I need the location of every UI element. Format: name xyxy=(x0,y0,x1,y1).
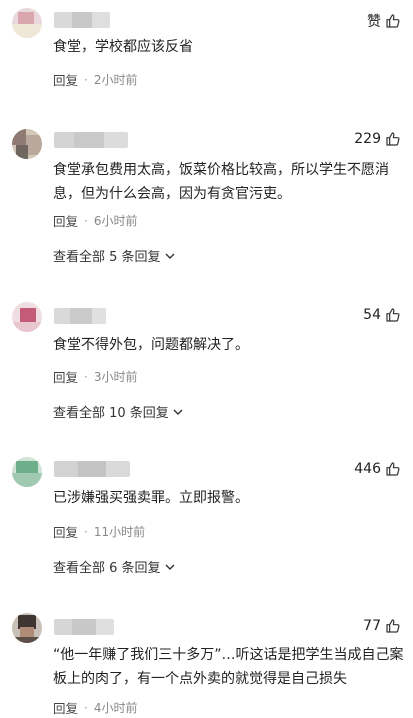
reply-button[interactable]: 回复 xyxy=(53,211,78,230)
avatar[interactable] xyxy=(12,302,42,332)
like-button[interactable]: 77 xyxy=(363,618,401,634)
view-all-replies-label: 查看全部 10 条回复 xyxy=(53,406,169,421)
timestamp: 3小时前 xyxy=(93,370,138,384)
reply-button[interactable]: 回复 xyxy=(53,522,78,541)
username-blurred[interactable] xyxy=(54,619,114,635)
avatar[interactable] xyxy=(12,457,42,487)
separator-dot: · xyxy=(84,72,88,87)
view-all-replies-label: 查看全部 5 条回复 xyxy=(53,250,161,265)
comment-meta: 回复 · 11小时前 xyxy=(53,522,145,541)
separator-dot: · xyxy=(84,213,88,228)
view-all-replies-label: 查看全部 6 条回复 xyxy=(53,561,161,576)
timestamp: 2小时前 xyxy=(93,73,138,87)
like-button[interactable]: 446 xyxy=(354,461,401,477)
chevron-down-icon xyxy=(165,253,175,259)
thumbs-up-icon xyxy=(386,462,400,476)
comment-text: “他一年赚了我们三十多万”…听这话是把学生当成自己案板上的肉了，有一个点外卖的就… xyxy=(53,647,404,687)
reply-button[interactable]: 回复 xyxy=(53,698,78,717)
avatar[interactable] xyxy=(12,8,42,38)
like-count: 54 xyxy=(363,307,381,323)
view-all-replies-button[interactable]: 查看全部 5 条回复 xyxy=(53,246,176,265)
like-count: 229 xyxy=(354,131,381,147)
avatar[interactable] xyxy=(12,129,42,159)
separator-dot: · xyxy=(84,524,88,539)
username-blurred[interactable] xyxy=(54,12,110,28)
separator-dot: · xyxy=(84,700,88,715)
thumbs-up-icon xyxy=(386,132,400,146)
timestamp: 4小时前 xyxy=(93,701,138,715)
timestamp: 11小时前 xyxy=(93,525,146,539)
like-button[interactable]: 229 xyxy=(354,131,401,147)
comment-meta: 回复 · 4小时前 xyxy=(53,698,137,717)
comment-text: 食堂，学校都应该反省 xyxy=(53,39,193,55)
username-blurred[interactable] xyxy=(54,308,106,324)
thumbs-up-icon xyxy=(386,619,400,633)
username-blurred[interactable] xyxy=(54,461,130,477)
reply-button[interactable]: 回复 xyxy=(53,367,78,386)
comment-meta: 回复 · 6小时前 xyxy=(53,211,137,230)
chevron-down-icon xyxy=(173,409,183,415)
thumbs-up-icon xyxy=(386,308,400,322)
thumbs-up-icon xyxy=(386,14,400,28)
like-count: 赞 xyxy=(367,14,381,30)
like-count: 446 xyxy=(354,461,381,477)
separator-dot: · xyxy=(84,369,88,384)
comment-text: 食堂承包费用太高，饭菜价格比较高，所以学生不愿消息，但为什么会高，因为有贪官污吏… xyxy=(53,162,389,202)
avatar[interactable] xyxy=(12,613,42,643)
comment-meta: 回复 · 3小时前 xyxy=(53,367,137,386)
like-button[interactable]: 赞 xyxy=(367,11,401,31)
like-button[interactable]: 54 xyxy=(363,307,401,323)
comment-meta: 回复 · 2小时前 xyxy=(53,70,137,89)
comment-text: 已涉嫌强买强卖罪。立即报警。 xyxy=(53,490,249,506)
like-count: 77 xyxy=(363,618,381,634)
username-blurred[interactable] xyxy=(54,132,128,148)
view-all-replies-button[interactable]: 查看全部 6 条回复 xyxy=(53,557,176,576)
chevron-down-icon xyxy=(165,564,175,570)
comment-text: 食堂不得外包，问题都解决了。 xyxy=(53,337,249,353)
view-all-replies-button[interactable]: 查看全部 10 条回复 xyxy=(53,402,184,421)
reply-button[interactable]: 回复 xyxy=(53,70,78,89)
timestamp: 6小时前 xyxy=(93,214,138,228)
